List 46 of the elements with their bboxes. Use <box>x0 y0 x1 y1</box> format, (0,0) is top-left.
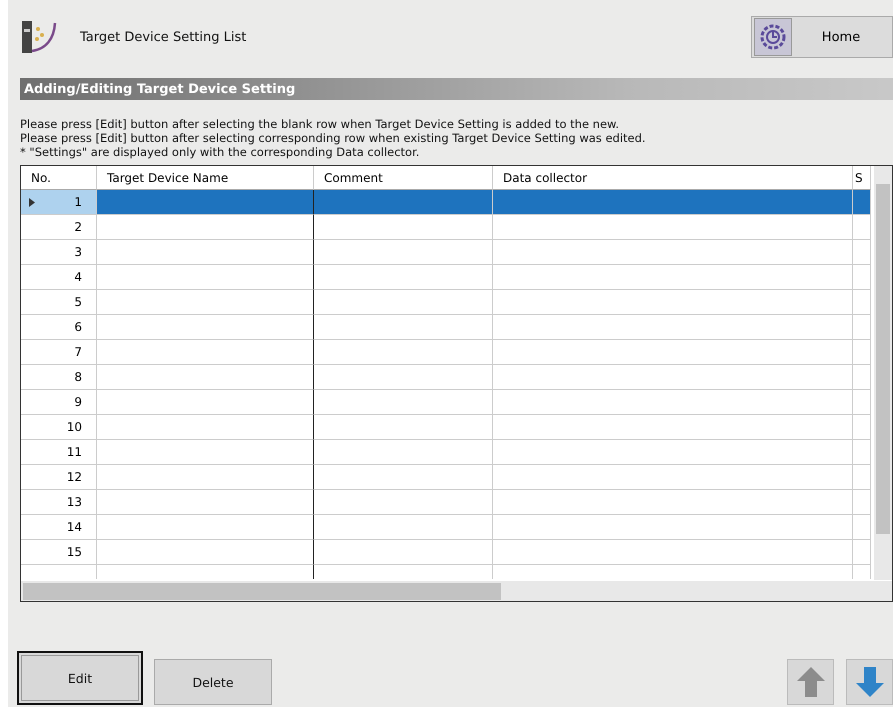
down-arrow-icon <box>854 665 886 699</box>
row-number-cell[interactable]: 13 <box>21 490 97 515</box>
row-number-cell[interactable]: 2 <box>21 215 97 240</box>
gear-icon <box>759 23 787 51</box>
row-number-cell[interactable]: 4 <box>21 265 97 290</box>
row-number-cell[interactable]: 11 <box>21 440 97 465</box>
table-cell[interactable] <box>97 265 314 290</box>
row-number-cell[interactable]: 10 <box>21 415 97 440</box>
horizontal-scrollbar[interactable] <box>21 581 892 601</box>
table-cell[interactable] <box>97 340 314 365</box>
table-cell[interactable] <box>97 240 314 265</box>
table-cell[interactable] <box>97 465 314 490</box>
table-cell[interactable] <box>97 315 314 340</box>
row-number-cell[interactable]: 3 <box>21 240 97 265</box>
row-number-cell[interactable]: 6 <box>21 315 97 340</box>
instruction-text: Please press [Edit] button after selecting corresponding row when existing Target Device Setting was edited. <box>20 131 647 145</box>
table-cell[interactable] <box>97 540 314 565</box>
page-title: Target Device Setting List <box>80 30 248 44</box>
row-number-cell[interactable]: 9 <box>21 390 97 415</box>
table-cell[interactable] <box>97 390 314 415</box>
table-cell[interactable] <box>97 190 314 215</box>
table-cell[interactable] <box>97 215 314 240</box>
section-title: Adding/Editing Target Device Setting <box>20 78 893 100</box>
device-icon <box>20 19 58 55</box>
delete-button[interactable]: Delete <box>154 659 272 705</box>
table-cell[interactable] <box>97 515 314 540</box>
vertical-scrollbar[interactable] <box>874 166 892 580</box>
home-button[interactable]: Home <box>751 16 893 58</box>
table-cell[interactable] <box>97 415 314 440</box>
row-pointer-icon <box>29 198 35 206</box>
instruction-text: * "Settings" are displayed only with the corresponding Data collector. <box>20 145 420 159</box>
row-number-cell[interactable]: 5 <box>21 290 97 315</box>
row-number-cell[interactable]: 7 <box>21 340 97 365</box>
row-number-cell[interactable]: 14 <box>21 515 97 540</box>
row-number-cell[interactable]: 12 <box>21 465 97 490</box>
up-arrow-icon <box>794 665 826 699</box>
move-down-button[interactable] <box>846 659 893 705</box>
row-number-cell[interactable]: 15 <box>21 540 97 565</box>
row-number-cell[interactable]: 1 <box>21 190 97 215</box>
edit-button[interactable]: Edit <box>17 651 143 705</box>
table-cell[interactable] <box>97 365 314 390</box>
instruction-text: Please press [Edit] button after selecting the blank row when Target Device Setting is added to the new. <box>20 117 620 131</box>
table-cell[interactable] <box>97 440 314 465</box>
row-number-cell[interactable]: 8 <box>21 365 97 390</box>
table-cell[interactable] <box>97 490 314 515</box>
table-cell[interactable] <box>97 290 314 315</box>
